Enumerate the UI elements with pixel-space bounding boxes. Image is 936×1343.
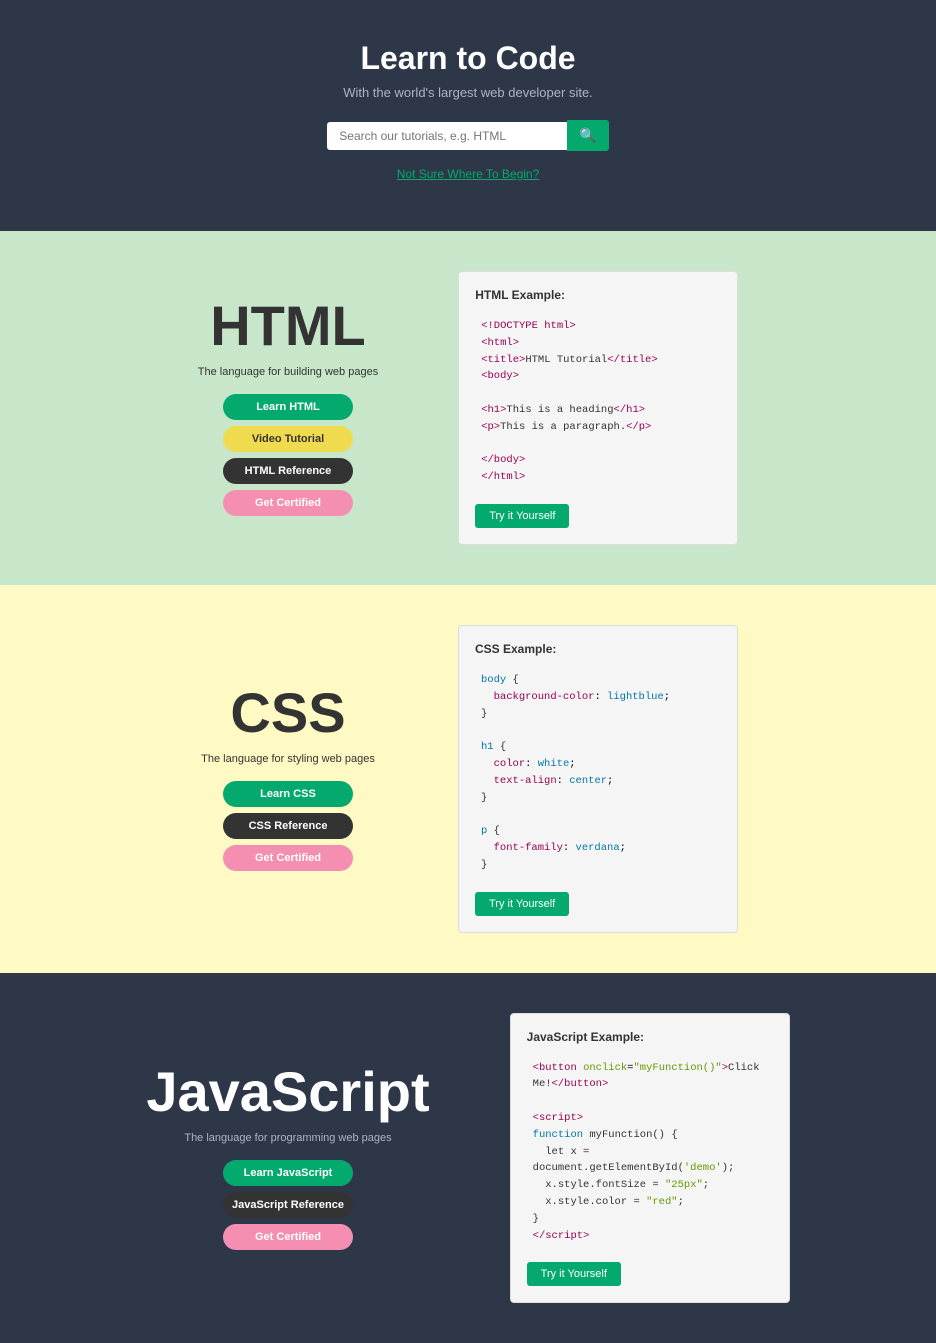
css-info: CSS The language for styling web pages L…: [198, 680, 378, 877]
css-code-block: body { background-color: lightblue; } h1…: [475, 666, 721, 880]
learn-html-button[interactable]: Learn HTML: [223, 394, 353, 420]
js-certified-button[interactable]: Get Certified: [223, 1224, 353, 1250]
learn-js-button[interactable]: Learn JavaScript: [223, 1160, 353, 1186]
html-desc: The language for building web pages: [198, 366, 378, 378]
search-bar: 🔍: [327, 120, 608, 151]
html-certified-button[interactable]: Get Certified: [223, 490, 353, 516]
css-code-card: CSS Example: body { background-color: li…: [458, 625, 738, 933]
js-try-button[interactable]: Try it Yourself: [527, 1262, 621, 1286]
css-certified-button[interactable]: Get Certified: [223, 845, 353, 871]
js-section: JavaScript The language for programming …: [0, 973, 936, 1343]
tagline: With the world's largest web developer s…: [20, 85, 916, 100]
css-title: CSS: [198, 680, 378, 745]
html-section: HTML The language for building web pages…: [0, 231, 936, 585]
css-reference-button[interactable]: CSS Reference: [223, 813, 353, 839]
js-code-card: JavaScript Example: <button onclick="myF…: [510, 1013, 790, 1304]
css-section: CSS The language for styling web pages L…: [0, 585, 936, 973]
css-example-title: CSS Example:: [475, 642, 721, 656]
html-example-title: HTML Example:: [475, 288, 721, 302]
js-example-title: JavaScript Example:: [527, 1030, 773, 1044]
html-title: HTML: [198, 293, 378, 358]
css-desc: The language for styling web pages: [198, 753, 378, 765]
js-code-block: <button onclick="myFunction()">Click Me!…: [527, 1054, 773, 1251]
js-info: JavaScript The language for programming …: [146, 1059, 429, 1256]
html-info: HTML The language for building web pages…: [198, 293, 378, 522]
page-title: Learn to Code: [20, 40, 916, 77]
learn-css-button[interactable]: Learn CSS: [223, 781, 353, 807]
css-try-button[interactable]: Try it Yourself: [475, 892, 569, 916]
search-input[interactable]: [327, 122, 567, 150]
js-reference-button[interactable]: JavaScript Reference: [223, 1192, 353, 1218]
html-code-block: <!DOCTYPE html> <html> <title>HTML Tutor…: [475, 312, 721, 492]
js-desc: The language for programming web pages: [146, 1132, 429, 1144]
search-button[interactable]: 🔍: [567, 120, 608, 151]
html-reference-button[interactable]: HTML Reference: [223, 458, 353, 484]
not-sure-link[interactable]: Not Sure Where To Begin?: [20, 167, 916, 181]
html-try-button[interactable]: Try it Yourself: [475, 504, 569, 528]
header-section: Learn to Code With the world's largest w…: [0, 0, 936, 231]
html-code-card: HTML Example: <!DOCTYPE html> <html> <ti…: [458, 271, 738, 545]
js-title: JavaScript: [146, 1059, 429, 1124]
video-tutorial-button[interactable]: Video Tutorial: [223, 426, 353, 452]
